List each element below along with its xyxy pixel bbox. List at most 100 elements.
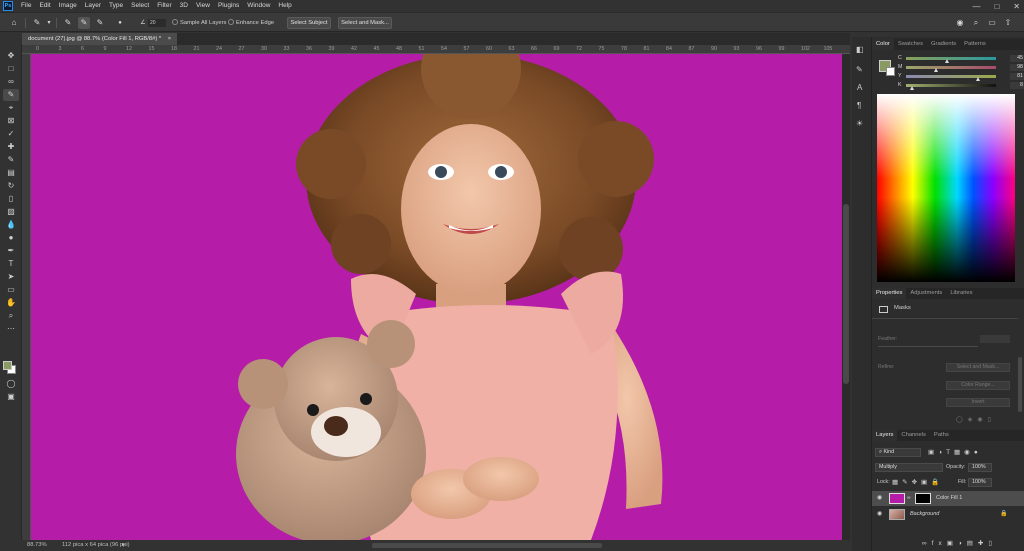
lock-icons[interactable]: ▦✎✥▣🔒 <box>892 478 943 486</box>
path-selection-tool-icon[interactable]: ➤ <box>3 271 19 283</box>
home-icon[interactable]: ⌂ <box>8 17 20 29</box>
fill-field[interactable]: 100% <box>968 478 992 487</box>
tab-layers[interactable]: Layers <box>872 430 898 441</box>
minimize-icon[interactable]: — <box>972 2 980 11</box>
sample-all-layers-checkbox[interactable]: Sample All Layers <box>172 17 226 29</box>
close-icon[interactable]: ✕ <box>1013 2 1020 11</box>
quick-mask-icon[interactable]: ◯ <box>3 378 19 390</box>
tab-gradients[interactable]: Gradients <box>927 39 960 50</box>
quick-selection-tool-icon[interactable]: ✎ <box>3 89 19 101</box>
select-subject-button[interactable]: Select Subject <box>287 17 331 29</box>
tab-swatches[interactable]: Swatches <box>894 39 927 50</box>
brush-tool-icon[interactable]: ✎ <box>3 154 19 166</box>
menu-image[interactable]: Image <box>55 0 81 12</box>
tab-libraries[interactable]: Libraries <box>946 288 976 299</box>
slider-y-knob[interactable] <box>976 77 980 81</box>
gradient-tool-icon[interactable]: ▨ <box>3 206 19 218</box>
slider-y[interactable]: Y 81 <box>898 73 1024 81</box>
invert-button[interactable]: Invert <box>946 398 1010 407</box>
feather-value-field[interactable] <box>980 335 1010 343</box>
visibility-eye-icon[interactable]: ◉ <box>877 491 882 506</box>
foreground-color-swatch[interactable] <box>3 361 12 370</box>
slider-m[interactable]: M 98 <box>898 64 1024 72</box>
eraser-tool-icon[interactable]: ▯ <box>3 193 19 205</box>
type-tool-icon[interactable]: T <box>3 258 19 270</box>
slider-k-value[interactable]: 8 <box>1010 82 1024 89</box>
document-tab[interactable]: document (27).jpg @ 88.7% (Color Fill 1,… <box>22 33 178 45</box>
slider-y-value[interactable]: 81 <box>1010 73 1024 80</box>
zoom-tool-icon[interactable]: ⌕ <box>3 310 19 322</box>
scrollbar-thumb[interactable] <box>843 204 849 384</box>
move-tool-icon[interactable]: ✥ <box>3 50 19 62</box>
slider-c[interactable]: C 45 <box>898 55 1024 63</box>
properties-scrollbar[interactable] <box>1018 357 1022 412</box>
properties-select-and-mask-button[interactable]: Select and Mask... <box>946 363 1010 372</box>
workspace-icon[interactable]: ▭ <box>986 17 998 29</box>
paragraph-icon[interactable]: ¶ <box>857 101 861 110</box>
history-brush-tool-icon[interactable]: ↻ <box>3 180 19 192</box>
layer-name[interactable]: Background <box>910 507 939 522</box>
search-icon[interactable]: ⌕ <box>970 17 982 29</box>
slider-m-value[interactable]: 98 <box>1010 64 1024 71</box>
menu-plugins[interactable]: Plugins <box>214 0 243 12</box>
quick-selection-tool-icon[interactable]: ✎ <box>31 17 43 29</box>
menu-filter[interactable]: Filter <box>153 0 175 12</box>
layer-filter-kind-dropdown[interactable]: ⌕ Kind <box>875 448 921 457</box>
share-icon[interactable]: ⇧ <box>1002 17 1014 29</box>
feather-slider[interactable] <box>878 346 978 347</box>
layer-filter-icons[interactable]: ▣◑T▦◉● <box>928 448 982 456</box>
dodge-tool-icon[interactable]: ● <box>3 232 19 244</box>
layers-footer-icons[interactable]: ∞fx▣◑▤✚▯ <box>922 539 997 547</box>
add-to-selection-icon[interactable]: ✎ <box>78 17 90 29</box>
history-icon[interactable]: ◧ <box>856 45 864 54</box>
menu-edit[interactable]: Edit <box>35 0 54 12</box>
eyedropper-tool-icon[interactable]: ✓ <box>3 128 19 140</box>
clone-stamp-tool-icon[interactable]: ▤ <box>3 167 19 179</box>
healing-brush-tool-icon[interactable]: ✚ <box>3 141 19 153</box>
menu-file[interactable]: File <box>17 0 35 12</box>
help-icon[interactable]: ◉ <box>954 17 966 29</box>
marquee-tool-icon[interactable]: □ <box>3 63 19 75</box>
visibility-eye-icon[interactable]: ◉ <box>877 507 882 522</box>
layer-mask-thumbnail[interactable] <box>915 493 931 504</box>
canvas[interactable] <box>31 54 842 540</box>
tool-preset-dropdown-icon[interactable]: ▾ <box>43 17 55 29</box>
lasso-tool-icon[interactable]: ∞ <box>3 76 19 88</box>
background-color-chip[interactable] <box>886 67 895 76</box>
zoom-level[interactable]: 88.73% <box>27 540 47 551</box>
slider-m-knob[interactable] <box>934 68 938 72</box>
crop-tool-icon[interactable]: ⌖ <box>3 102 19 114</box>
brush-size-field[interactable]: 20 <box>148 19 166 27</box>
blur-tool-icon[interactable]: 💧 <box>3 219 19 231</box>
slider-k-knob[interactable] <box>910 86 914 90</box>
brush-picker-icon[interactable]: ● <box>114 17 126 29</box>
blend-mode-dropdown[interactable]: Multiply <box>875 463 943 472</box>
brush-settings-icon[interactable]: ✎ <box>856 65 863 74</box>
mask-action-icons[interactable]: ◯◈◉▯ <box>956 416 996 423</box>
new-selection-icon[interactable]: ✎ <box>62 17 74 29</box>
opacity-field[interactable]: 100% <box>968 463 992 472</box>
enhance-edge-checkbox[interactable]: Enhance Edge <box>228 17 274 29</box>
menu-window[interactable]: Window <box>243 0 274 12</box>
close-tab-icon[interactable]: × <box>168 36 171 42</box>
slider-c-knob[interactable] <box>945 59 949 63</box>
menu-select[interactable]: Select <box>127 0 153 12</box>
tab-patterns[interactable]: Patterns <box>960 39 990 50</box>
tab-paths[interactable]: Paths <box>930 430 953 441</box>
more-tools-icon[interactable]: ⋯ <box>3 323 19 335</box>
adjustments-icon[interactable]: ☀ <box>856 119 863 128</box>
menu-help[interactable]: Help <box>274 0 295 12</box>
menu-3d[interactable]: 3D <box>176 0 192 12</box>
maximize-icon[interactable]: □ <box>994 2 999 11</box>
hand-tool-icon[interactable]: ✋ <box>3 297 19 309</box>
menu-type[interactable]: Type <box>105 0 127 12</box>
horizontal-scrollbar[interactable] <box>372 543 602 548</box>
tab-color[interactable]: Color <box>872 39 894 50</box>
select-and-mask-button[interactable]: Select and Mask... <box>338 17 392 29</box>
screen-mode-icon[interactable]: ▣ <box>3 391 19 403</box>
frame-tool-icon[interactable]: ⊠ <box>3 115 19 127</box>
vertical-scrollbar[interactable] <box>842 54 850 540</box>
character-icon[interactable]: A <box>857 83 862 92</box>
pen-tool-icon[interactable]: ✒ <box>3 245 19 257</box>
tab-adjustments[interactable]: Adjustments <box>906 288 946 299</box>
